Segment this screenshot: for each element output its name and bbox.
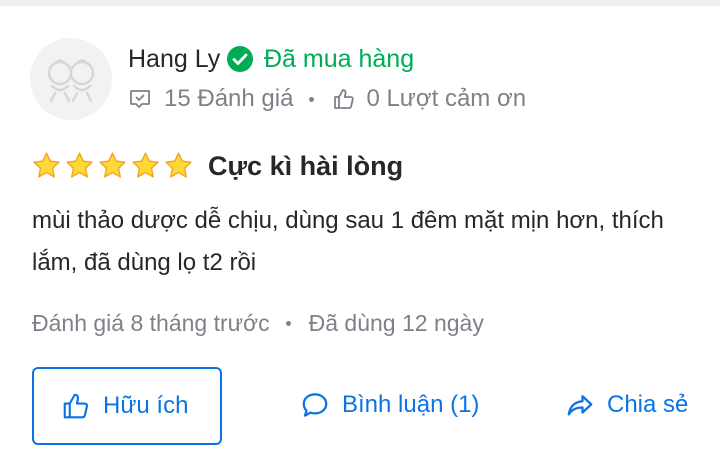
thumbs-up-icon <box>63 393 89 419</box>
separator-dot <box>309 96 315 102</box>
comment-button[interactable]: Bình luận (1) <box>300 385 479 425</box>
review-chat-icon <box>130 90 150 108</box>
user-name: Hang Ly <box>128 45 221 73</box>
thanks-count: 0 Lượt cảm ơn <box>366 85 527 112</box>
purchased-badge: Đã mua hàng <box>264 45 415 73</box>
review-text: mùi thảo dược dễ chịu, dùng sau 1 đêm mặ… <box>32 207 664 276</box>
share-arrow-icon <box>567 395 593 416</box>
helpful-button[interactable]: Hữu ích <box>32 367 222 445</box>
comment-bubble-icon <box>302 393 328 417</box>
top-divider <box>0 0 720 6</box>
thumbs-up-icon <box>334 89 355 109</box>
star-icon <box>33 152 60 178</box>
rating-title: Cực kì hài lòng <box>208 151 404 181</box>
star-icon <box>165 152 192 178</box>
review-posted-time: Đánh giá 8 tháng trước <box>32 309 270 336</box>
star-icon <box>99 152 126 178</box>
avatar-placeholder-icon <box>47 59 95 103</box>
star-icon <box>132 152 159 178</box>
separator-dot <box>285 320 291 326</box>
user-avatar[interactable] <box>30 38 112 120</box>
share-label: Chia sẻ <box>607 391 689 418</box>
usage-duration: Đã dùng 12 ngày <box>308 309 484 336</box>
star-rating <box>32 151 193 180</box>
helpful-label: Hữu ích <box>103 392 189 419</box>
share-button[interactable]: Chia sẻ <box>565 385 688 425</box>
comment-label: Bình luận (1) <box>342 391 480 418</box>
reviews-count: 15 Đánh giá <box>164 85 294 112</box>
user-meta: 15 Đánh giá 0 Lượt cảm ơn <box>128 84 526 114</box>
check-circle-icon <box>227 46 253 72</box>
review-footer-meta: Đánh giá 8 tháng trước Đã dùng 12 ngày <box>32 307 484 339</box>
star-icon <box>66 152 93 178</box>
